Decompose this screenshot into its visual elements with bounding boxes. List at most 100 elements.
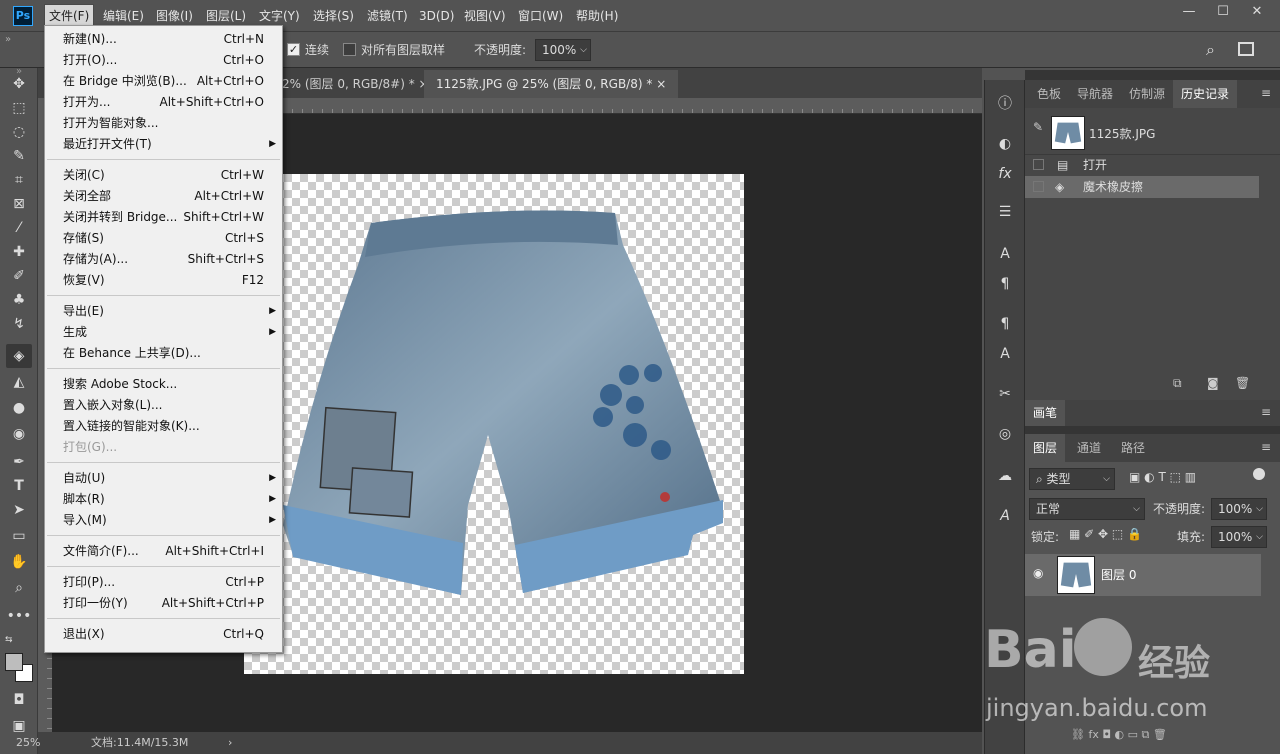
file-menu-item[interactable]: 文件简介(F)... Alt+Shift+Ctrl+I [45,541,282,562]
file-menu-item[interactable]: 搜索 Adobe Stock... [45,374,282,395]
file-menu-item[interactable]: 打印一份(Y) Alt+Shift+Ctrl+P [45,593,282,614]
file-menu-item[interactable]: 在 Bridge 中浏览(B)... Alt+Ctrl+O [45,71,282,92]
camera-icon[interactable]: ◙ [1207,376,1219,390]
snapshot-thumbnail[interactable] [1051,116,1085,150]
file-menu-item[interactable]: 置入嵌入对象(L)... [45,395,282,416]
history-checkbox[interactable] [1033,159,1044,170]
tab-paths[interactable]: 路径 [1113,434,1153,462]
file-menu-item[interactable]: 置入链接的智能对象(K)... [45,416,282,437]
tab-document-2[interactable]: 1125款.JPG @ 25% (图层 0, RGB/8) * × [424,70,679,98]
menu-window[interactable]: 窗口(W) [514,0,567,32]
crop-tool-icon[interactable]: ⌗ [6,168,32,192]
file-menu-item[interactable]: 脚本(R) ▶ [45,489,282,510]
history-checkbox[interactable] [1033,181,1044,192]
panel-menu-icon[interactable]: ≡ [1261,405,1271,419]
quick-select-tool-icon[interactable]: ✎ [6,144,32,168]
contiguous-checkbox[interactable]: ✓ [287,43,300,56]
file-menu-item[interactable]: 打开为智能对象... [45,113,282,134]
history-step-selected[interactable]: ◈ 魔术橡皮擦 [1025,176,1259,198]
eye-icon[interactable]: ◉ [1033,566,1043,580]
layer-opacity-input[interactable]: 100% ⌵ [1211,498,1267,520]
file-menu-item[interactable]: 存储为(A)... Shift+Ctrl+S [45,249,282,270]
file-menu-item[interactable]: 退出(X) Ctrl+Q [45,624,282,645]
lock-icons[interactable]: ▦ ✐ ✥ ⬚ 🔒 [1069,527,1142,541]
info-icon[interactable]: ⓘ [993,92,1017,116]
dodge-tool-icon[interactable]: ◉ [6,422,32,446]
file-menu-item[interactable]: 新建(N)... Ctrl+N [45,29,282,50]
rectangle-tool-icon[interactable]: ▭ [6,524,32,548]
path-select-tool-icon[interactable]: ➤ [6,498,32,522]
swap-colors-icon[interactable]: ⇆ [5,635,13,645]
fx-icon[interactable]: fx [993,162,1017,186]
layer-filter-icons[interactable]: ▣ ◐ T ⬚ ▥ [1129,470,1196,484]
adjustments-icon[interactable]: ◐ [993,132,1017,156]
sample-all-checkbox[interactable] [343,43,356,56]
stamp-tool-icon[interactable]: ♣ [6,288,32,312]
clone-source-icon[interactable]: ◎ [993,422,1017,446]
filter-toggle-icon[interactable] [1253,468,1265,480]
pen-tool-icon[interactable]: ✒ [6,450,32,474]
panel-menu-icon[interactable]: ≡ [1261,440,1271,454]
fill-input[interactable]: 100% ⌵ [1211,526,1267,548]
tab-channels[interactable]: 通道 [1069,434,1109,462]
libraries-icon[interactable]: ☁ [993,464,1017,488]
minimize-button[interactable]: — [1172,0,1206,24]
file-menu-item[interactable]: 在 Behance 上共享(D)... [45,343,282,364]
snapshot-name[interactable]: 1125款.JPG [1089,125,1155,142]
tab-navigator[interactable]: 导航器 [1069,80,1121,108]
tab-swatches[interactable]: 色板 [1029,80,1069,108]
lasso-tool-icon[interactable]: ◌ [6,120,32,144]
brush-tool-icon[interactable]: ✐ [6,264,32,288]
history-step[interactable]: ▤ 打开 [1025,154,1259,176]
menu-view[interactable]: 视图(V) [460,0,510,32]
character-icon[interactable]: A [993,242,1017,266]
opacity-input[interactable]: 100% ⌵ [535,39,591,61]
file-menu-item[interactable]: 恢复(V) F12 [45,270,282,291]
layer-filter-select[interactable]: ⌕ 类型 ⌵ [1029,468,1115,490]
history-brush-tool-icon[interactable]: ↯ [6,312,32,336]
file-menu-item[interactable]: 存储(S) Ctrl+S [45,228,282,249]
blur-tool-icon[interactable]: ● [6,396,32,420]
hand-tool-icon[interactable]: ✋ [6,550,32,574]
character-styles-icon[interactable]: A [993,342,1017,366]
file-menu-item[interactable]: 打包(G)... [45,437,282,458]
panel-menu-icon[interactable]: ≡ [1261,86,1271,100]
file-menu-item[interactable]: 最近打开文件(T) ▶ [45,134,282,155]
brush-settings-icon[interactable]: ☰ [993,200,1017,224]
paragraph-styles-icon[interactable]: ¶ [993,312,1017,336]
file-menu-item[interactable]: 关闭(C) Ctrl+W [45,165,282,186]
chevron-right-icon[interactable]: › [228,732,232,754]
tab-brush[interactable]: 画笔 [1025,400,1066,426]
maximize-button[interactable]: ☐ [1206,0,1240,24]
tab-clone-source[interactable]: 仿制源 [1121,80,1173,108]
menu-select[interactable]: 选择(S) [309,0,358,32]
new-document-from-state-icon[interactable]: ⧉ [1173,376,1182,391]
file-menu-item[interactable]: 关闭全部 Alt+Ctrl+W [45,186,282,207]
zoom-tool-icon[interactable]: ⌕ [6,576,32,600]
file-menu-item[interactable]: 生成 ▶ [45,322,282,343]
type-tool-icon[interactable]: T [6,474,32,498]
file-menu-item[interactable]: 自动(U) ▶ [45,468,282,489]
file-menu-item[interactable]: 导入(M) ▶ [45,510,282,531]
tab-document-1[interactable]: 2% (图层 0, RGB/8#) * × [270,70,441,98]
healing-tool-icon[interactable]: ✚ [6,240,32,264]
tool-presets-icon[interactable]: ✂ [993,382,1017,406]
paint-bucket-tool-icon[interactable]: ◭ [6,370,32,394]
file-menu-item[interactable]: 导出(E) ▶ [45,301,282,322]
eyedropper-tool-icon[interactable]: ⁄ [6,216,32,240]
tab-layers[interactable]: 图层 [1025,434,1066,462]
file-menu-item[interactable]: 关闭并转到 Bridge... Shift+Ctrl+W [45,207,282,228]
menu-help[interactable]: 帮助(H) [572,0,622,32]
blend-mode-select[interactable]: 正常 ⌵ [1029,498,1145,520]
menu-filter[interactable]: 滤镜(T) [363,0,412,32]
eraser-tool-icon[interactable]: ◈ [6,344,32,368]
quick-mask-icon[interactable]: ◘ [6,688,32,712]
layer-name[interactable]: 图层 0 [1101,566,1136,583]
glyphs-icon[interactable]: A [993,504,1017,528]
paragraph-icon[interactable]: ¶ [993,272,1017,296]
trash-icon[interactable]: 🗑 [1235,376,1250,390]
zoom-level[interactable]: 25% [16,732,40,754]
collapse-icon[interactable]: » [5,34,11,45]
frame-tool-icon[interactable]: ⊠ [6,192,32,216]
close-button[interactable]: ✕ [1240,0,1274,24]
